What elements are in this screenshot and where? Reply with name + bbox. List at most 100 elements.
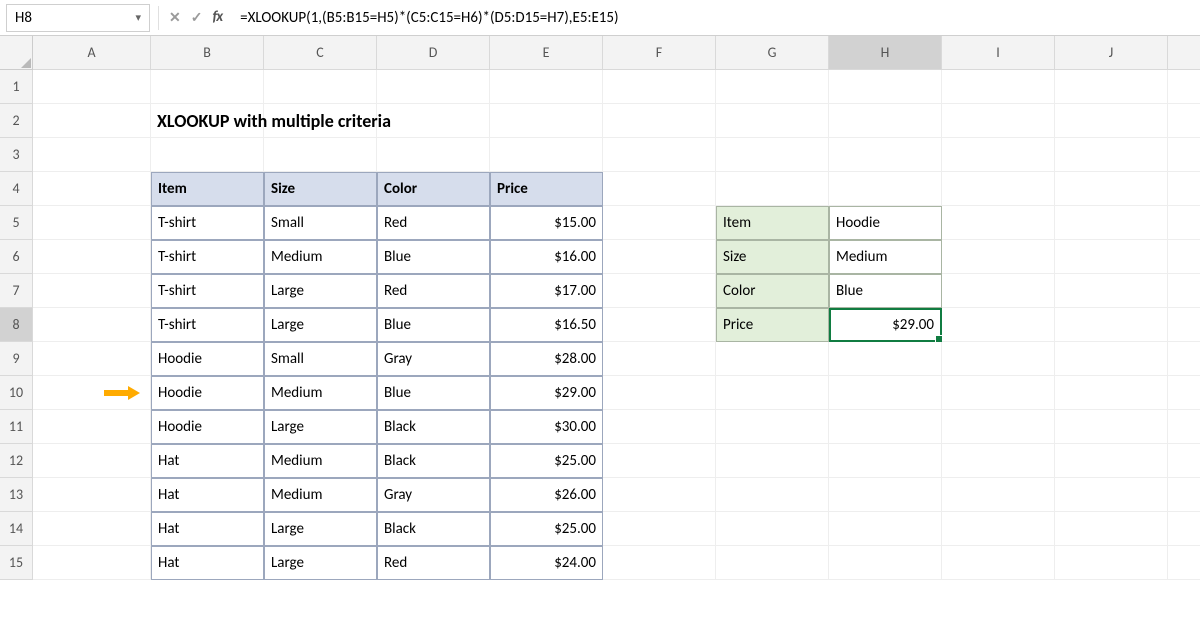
cell-I11[interactable] <box>942 410 1055 444</box>
row-header-3[interactable]: 3 <box>0 138 33 172</box>
cell-K1[interactable] <box>1168 70 1200 104</box>
table-cell[interactable]: $30.00 <box>490 410 603 444</box>
lookup-label-price[interactable]: Price <box>716 308 829 342</box>
table-cell[interactable]: Blue <box>377 308 490 342</box>
cell-I10[interactable] <box>942 376 1055 410</box>
table-cell[interactable]: Medium <box>264 376 377 410</box>
column-header-E[interactable]: E <box>490 36 603 70</box>
table-header-price[interactable]: Price <box>490 172 603 206</box>
row-header-13[interactable]: 13 <box>0 478 33 512</box>
worksheet-grid[interactable]: ABCDEFGHIJK12XLOOKUP with multiple crite… <box>0 36 1200 580</box>
cell-G11[interactable] <box>716 410 829 444</box>
table-header-item[interactable]: Item <box>151 172 264 206</box>
row-header-5[interactable]: 5 <box>0 206 33 240</box>
cell-A11[interactable] <box>33 410 151 444</box>
table-cell[interactable]: Hat <box>151 546 264 580</box>
cell-K12[interactable] <box>1168 444 1200 478</box>
cell-F8[interactable] <box>603 308 716 342</box>
table-cell[interactable]: $25.00 <box>490 512 603 546</box>
cell-H12[interactable] <box>829 444 942 478</box>
cell-J3[interactable] <box>1055 138 1168 172</box>
cell-A13[interactable] <box>33 478 151 512</box>
column-header-G[interactable]: G <box>716 36 829 70</box>
cell-I4[interactable] <box>942 172 1055 206</box>
cell-F3[interactable] <box>603 138 716 172</box>
cell-K2[interactable] <box>1168 104 1200 138</box>
cell-E2[interactable] <box>490 104 603 138</box>
cell-I2[interactable] <box>942 104 1055 138</box>
lookup-label-size[interactable]: Size <box>716 240 829 274</box>
table-cell[interactable]: Black <box>377 512 490 546</box>
cell-F12[interactable] <box>603 444 716 478</box>
cell-G1[interactable] <box>716 70 829 104</box>
column-header-I[interactable]: I <box>942 36 1055 70</box>
cell-A15[interactable] <box>33 546 151 580</box>
table-cell[interactable]: Large <box>264 308 377 342</box>
cell-I6[interactable] <box>942 240 1055 274</box>
cell-A5[interactable] <box>33 206 151 240</box>
table-cell[interactable]: Red <box>377 206 490 240</box>
cell-F10[interactable] <box>603 376 716 410</box>
column-header-D[interactable]: D <box>377 36 490 70</box>
table-cell[interactable]: Medium <box>264 478 377 512</box>
cell-D2[interactable] <box>377 104 490 138</box>
table-cell[interactable]: Blue <box>377 376 490 410</box>
cell-A12[interactable] <box>33 444 151 478</box>
table-cell[interactable]: $17.00 <box>490 274 603 308</box>
cell-B1[interactable] <box>151 70 264 104</box>
cell-D1[interactable] <box>377 70 490 104</box>
cell-H11[interactable] <box>829 410 942 444</box>
cell-G10[interactable] <box>716 376 829 410</box>
table-cell[interactable]: Hoodie <box>151 376 264 410</box>
table-cell[interactable]: $16.50 <box>490 308 603 342</box>
cell-K13[interactable] <box>1168 478 1200 512</box>
table-cell[interactable]: $16.00 <box>490 240 603 274</box>
row-header-15[interactable]: 15 <box>0 546 33 580</box>
row-header-14[interactable]: 14 <box>0 512 33 546</box>
cell-J4[interactable] <box>1055 172 1168 206</box>
cell-I7[interactable] <box>942 274 1055 308</box>
cell-F13[interactable] <box>603 478 716 512</box>
cell-H9[interactable] <box>829 342 942 376</box>
cell-H2[interactable] <box>829 104 942 138</box>
name-box[interactable]: H8 ▾ <box>6 4 150 32</box>
cell-K10[interactable] <box>1168 376 1200 410</box>
enter-icon[interactable]: ✓ <box>191 11 203 25</box>
cell-C1[interactable] <box>264 70 377 104</box>
cell-K3[interactable] <box>1168 138 1200 172</box>
cell-G2[interactable] <box>716 104 829 138</box>
row-header-11[interactable]: 11 <box>0 410 33 444</box>
table-cell[interactable]: Red <box>377 274 490 308</box>
cell-H13[interactable] <box>829 478 942 512</box>
chevron-down-icon[interactable]: ▾ <box>135 11 141 24</box>
row-header-7[interactable]: 7 <box>0 274 33 308</box>
table-cell[interactable]: Gray <box>377 478 490 512</box>
table-cell[interactable]: Medium <box>264 444 377 478</box>
cell-F11[interactable] <box>603 410 716 444</box>
row-header-12[interactable]: 12 <box>0 444 33 478</box>
cell-G12[interactable] <box>716 444 829 478</box>
row-header-9[interactable]: 9 <box>0 342 33 376</box>
column-header-J[interactable]: J <box>1055 36 1168 70</box>
cell-F5[interactable] <box>603 206 716 240</box>
table-cell[interactable]: $15.00 <box>490 206 603 240</box>
column-header-K[interactable]: K <box>1168 36 1200 70</box>
table-header-size[interactable]: Size <box>264 172 377 206</box>
cell-F1[interactable] <box>603 70 716 104</box>
table-cell[interactable]: T-shirt <box>151 206 264 240</box>
column-header-C[interactable]: C <box>264 36 377 70</box>
cell-I12[interactable] <box>942 444 1055 478</box>
row-header-8[interactable]: 8 <box>0 308 33 342</box>
selected-cell[interactable]: $29.00 <box>829 308 942 342</box>
cell-G9[interactable] <box>716 342 829 376</box>
table-cell[interactable]: Red <box>377 546 490 580</box>
cell-K15[interactable] <box>1168 546 1200 580</box>
table-cell[interactable]: $25.00 <box>490 444 603 478</box>
cell-F15[interactable] <box>603 546 716 580</box>
cell-K14[interactable] <box>1168 512 1200 546</box>
select-all-corner[interactable] <box>0 36 33 70</box>
cell-K5[interactable] <box>1168 206 1200 240</box>
cell-A8[interactable] <box>33 308 151 342</box>
lookup-label-item[interactable]: Item <box>716 206 829 240</box>
cell-I5[interactable] <box>942 206 1055 240</box>
